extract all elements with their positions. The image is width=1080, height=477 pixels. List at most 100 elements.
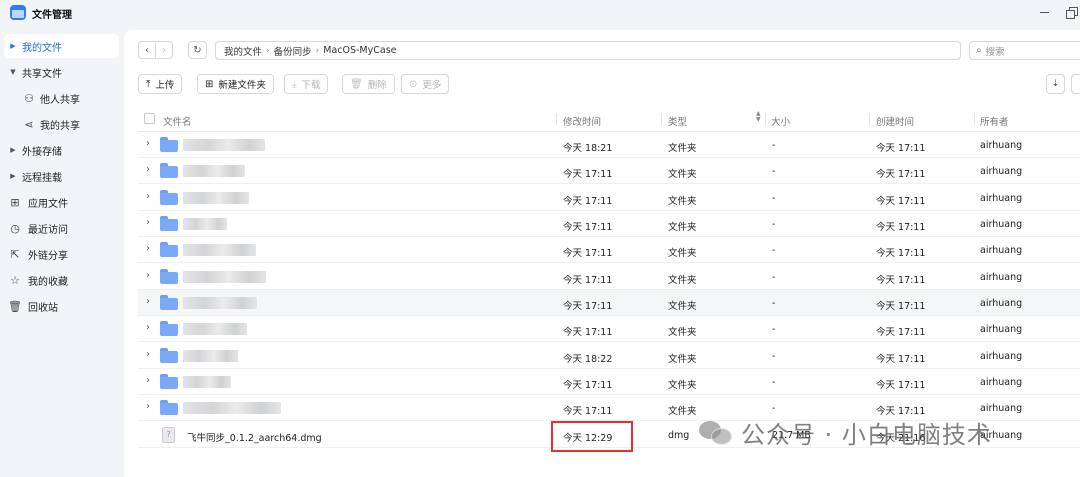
sidebar-item-shared-files[interactable]: ▼ 共享文件 (4, 60, 119, 84)
cell-size: - (772, 403, 776, 414)
chevron-right-icon[interactable]: › (146, 270, 150, 281)
folder-icon (160, 374, 178, 389)
restore-button[interactable] (1066, 6, 1078, 19)
external-link-icon: ⇱ (10, 247, 20, 261)
column-header-modified[interactable]: 修改时间 (563, 114, 601, 128)
blurred-folder-name (183, 376, 231, 388)
breadcrumb-item[interactable]: 我的文件 (224, 44, 262, 58)
table-row[interactable]: › 今天 17:11 文件夹 - 今天 17:11 airhuang (138, 237, 1080, 263)
column-header-owner[interactable]: 所有者 (980, 114, 1009, 128)
chevron-right-icon[interactable]: › (146, 138, 150, 149)
chevron-right-icon: › (266, 45, 270, 56)
blurred-folder-name (183, 192, 249, 204)
table-row[interactable]: › 今天 17:11 文件夹 - 今天 17:11 airhuang (138, 158, 1080, 184)
cell-type: 文件夹 (668, 327, 697, 338)
cell-size: - (772, 219, 776, 230)
download-label: 下载 (301, 80, 321, 91)
caret-down-icon: ▼ (10, 68, 16, 76)
search-placeholder: 搜索 (985, 46, 1005, 58)
cell-size: - (772, 245, 776, 256)
column-header-name[interactable]: 文件名 (163, 114, 192, 128)
chevron-right-icon[interactable]: › (146, 375, 150, 386)
sidebar-item-app-files[interactable]: ⊞ 应用文件 (4, 190, 119, 214)
blurred-folder-name (183, 271, 266, 283)
sidebar-item-external-storage[interactable]: ▶ 外接存储 (4, 138, 119, 162)
chevron-right-icon[interactable]: › (146, 243, 150, 254)
table-row[interactable]: › 今天 17:11 文件夹 - 今天 17:11 airhuang (138, 369, 1080, 395)
cell-created: 今天 17:11 (876, 169, 926, 180)
chevron-right-icon[interactable]: › (146, 401, 150, 412)
sort-icon: ⇣ (1051, 79, 1060, 89)
folder-icon (160, 269, 178, 284)
sidebar-item-remote-mount[interactable]: ▶ 远程挂载 (4, 164, 119, 188)
table-row[interactable]: › 今天 17:11 文件夹 - 今天 17:11 airhuang (138, 316, 1080, 342)
table-row[interactable]: › 今天 18:22 文件夹 - 今天 17:11 airhuang (138, 343, 1080, 369)
share-icon: ⋖ (24, 117, 34, 131)
sidebar-item-link-share[interactable]: ⇱ 外链分享 (4, 242, 119, 266)
table-header: 文件名 修改时间 类型 ▲ ▼ 大小 创建时间 所有者 (138, 106, 1080, 132)
cell-size: - (772, 324, 776, 335)
cell-type: 文件夹 (668, 380, 697, 391)
wechat-logo-icon (699, 419, 733, 445)
cell-created: 今天 17:11 (876, 301, 926, 312)
sidebar-item-my-shares[interactable]: ⋖ 我的共享 (20, 112, 119, 136)
upload-button[interactable]: ⤒ 上传 (138, 74, 183, 94)
table-row[interactable]: › 今天 17:11 文件夹 - 今天 17:11 airhuang (138, 264, 1080, 290)
search-input[interactable]: ⌕ 搜索 (969, 41, 1080, 60)
cell-created: 今天 17:11 (876, 248, 926, 259)
cell-type: 文件夹 (668, 406, 697, 417)
table-row[interactable]: › 今天 17:11 文件夹 - 今天 17:11 airhuang (138, 185, 1080, 211)
chevron-right-icon[interactable]: › (146, 296, 150, 307)
sidebar-item-shared-with-me[interactable]: ⚇ 他人共享 (20, 86, 119, 110)
delete-button[interactable]: 🗑 删除 (342, 74, 395, 94)
more-button[interactable]: ⊙ 更多 (401, 74, 450, 94)
refresh-button[interactable]: ↻ (188, 41, 207, 59)
blurred-folder-name (183, 244, 256, 256)
table-row[interactable]: › 今天 17:11 文件夹 - 今天 17:11 airhuang (138, 290, 1080, 316)
cell-owner: airhuang (980, 166, 1023, 177)
table-row[interactable]: › 今天 18:21 文件夹 - 今天 17:11 airhuang (138, 132, 1080, 158)
refresh-icon: ↻ (193, 44, 202, 56)
column-header-created[interactable]: 创建时间 (876, 114, 914, 128)
more-icon: ⊙ (409, 78, 418, 90)
table-row[interactable]: › 今天 17:11 文件夹 - 今天 17:11 airhuang (138, 211, 1080, 237)
folder-icon (160, 242, 178, 257)
cell-filename[interactable]: 飞牛同步_0.1.2_aarch64.dmg (187, 430, 322, 444)
breadcrumb-item[interactable]: 备份同步 (274, 44, 312, 58)
breadcrumb-item[interactable]: MacOS-MyCase (323, 45, 396, 56)
sidebar-item-trash[interactable]: 🗑 回收站 (4, 294, 119, 318)
sort-button[interactable]: ⇣ (1046, 74, 1065, 94)
cell-size: - (772, 351, 776, 362)
back-button[interactable]: ‹ (138, 41, 156, 59)
sidebar-item-my-files[interactable]: ▶ 我的文件 (4, 34, 119, 58)
sidebar-item-recent[interactable]: ◷ 最近访问 (4, 216, 119, 240)
apps-icon: ⊞ (10, 195, 20, 209)
select-all-checkbox[interactable] (144, 113, 155, 124)
delete-label: 删除 (367, 80, 387, 91)
cell-type: 文件夹 (668, 248, 697, 259)
chevron-right-icon[interactable]: › (146, 164, 150, 175)
cell-type: dmg (668, 430, 690, 441)
cell-modified: 今天 17:11 (563, 327, 613, 338)
more-label: 更多 (422, 80, 442, 91)
cell-owner: airhuang (980, 140, 1023, 151)
chevron-right-icon[interactable]: › (146, 349, 150, 360)
sidebar-item-label: 我的共享 (40, 120, 80, 132)
cell-modified: 今天 17:11 (563, 196, 613, 207)
chevron-right-icon[interactable]: › (146, 322, 150, 333)
view-toggle-button[interactable] (1071, 74, 1080, 94)
chevron-right-icon[interactable]: › (146, 217, 150, 228)
new-folder-button[interactable]: ⊞ 新建文件夹 (197, 74, 274, 94)
download-button[interactable]: ⤓ 下载 (284, 74, 329, 94)
folder-icon (160, 190, 178, 205)
cell-type: 文件夹 (668, 275, 697, 286)
minimize-button[interactable] (1039, 6, 1051, 18)
forward-button[interactable]: › (155, 41, 173, 59)
column-header-size[interactable]: 大小 (771, 114, 790, 128)
sidebar-item-favorites[interactable]: ☆ 我的收藏 (4, 268, 119, 292)
column-divider (661, 113, 662, 125)
upload-icon: ⤒ (146, 78, 151, 90)
chevron-right-icon[interactable]: › (146, 191, 150, 202)
title-bar: 文件管理 (0, 0, 1080, 26)
column-header-type[interactable]: 类型 (668, 114, 687, 128)
